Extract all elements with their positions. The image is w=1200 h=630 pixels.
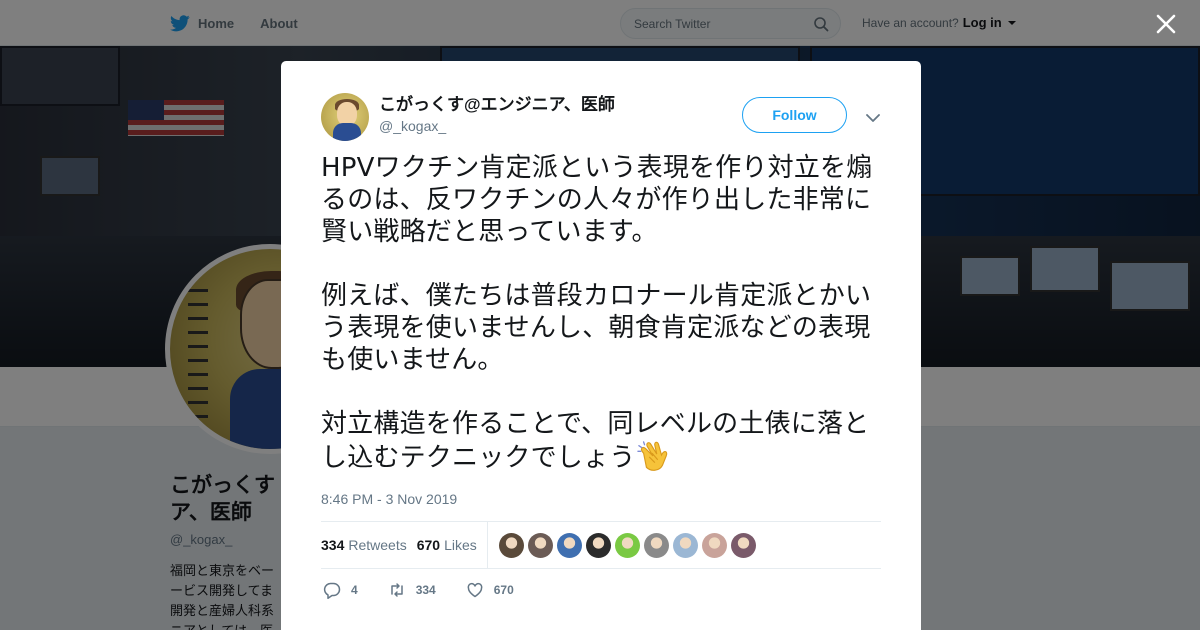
retweet-button[interactable]: 334 [388, 581, 436, 599]
like-count: 670 [493, 583, 514, 597]
author-avatar[interactable] [321, 93, 369, 141]
likes-count: 670 [416, 537, 441, 553]
retweets-count: 334 [321, 537, 345, 553]
author-avatar-shirt [333, 123, 361, 141]
tweet-body: HPVワクチン肯定派という表現を作り対立を煽るのは、反ワクチンの人々が作り出した… [321, 152, 886, 474]
author-handle[interactable]: @_kogax_ [379, 118, 615, 134]
liker-avatar[interactable] [614, 532, 640, 558]
retweet-icon [388, 581, 406, 599]
chevron-down-icon[interactable] [866, 110, 880, 122]
liker-avatar[interactable] [527, 532, 553, 558]
retweet-count: 334 [415, 583, 436, 597]
author-names: こがっくす@エンジニア、医師 @_kogax_ [379, 94, 615, 134]
liker-avatar[interactable] [730, 532, 756, 558]
close-icon[interactable] [1152, 10, 1180, 38]
tweet-stats: 334 Retweets 670 Likes [321, 521, 881, 569]
like-button[interactable]: 670 [466, 581, 514, 599]
liker-avatar[interactable] [498, 532, 524, 558]
liker-avatar[interactable] [672, 532, 698, 558]
tweet-actions: 4 334 670 [323, 581, 544, 599]
liker-avatars [498, 532, 756, 558]
liker-avatar[interactable] [701, 532, 727, 558]
follow-button[interactable]: Follow [742, 97, 847, 133]
author-display-name[interactable]: こがっくす@エンジニア、医師 [379, 94, 615, 116]
heart-icon [466, 581, 484, 599]
reply-button[interactable]: 4 [323, 581, 358, 599]
liker-avatar[interactable] [556, 532, 582, 558]
retweets-label: Retweets [348, 537, 407, 553]
likes-label: Likes [444, 537, 477, 553]
liker-avatar[interactable] [643, 532, 669, 558]
clapping-hands-icon [635, 440, 671, 472]
tweet-author[interactable]: こがっくす@エンジニア、医師 @_kogax_ [321, 93, 615, 141]
tweet-modal: こがっくす@エンジニア、医師 @_kogax_ Follow HPVワクチン肯定… [281, 61, 921, 630]
stats-divider [486, 522, 488, 568]
likes-stat[interactable]: 670 Likes [417, 537, 477, 553]
reply-count: 4 [351, 583, 358, 597]
tweet-timestamp[interactable]: 8:46 PM - 3 Nov 2019 [321, 491, 457, 507]
liker-avatar[interactable] [585, 532, 611, 558]
tweet-text: HPVワクチン肯定派という表現を作り対立を煽るのは、反ワクチンの人々が作り出した… [321, 153, 873, 473]
retweets-stat[interactable]: 334 Retweets [321, 537, 407, 553]
reply-icon [323, 581, 341, 599]
